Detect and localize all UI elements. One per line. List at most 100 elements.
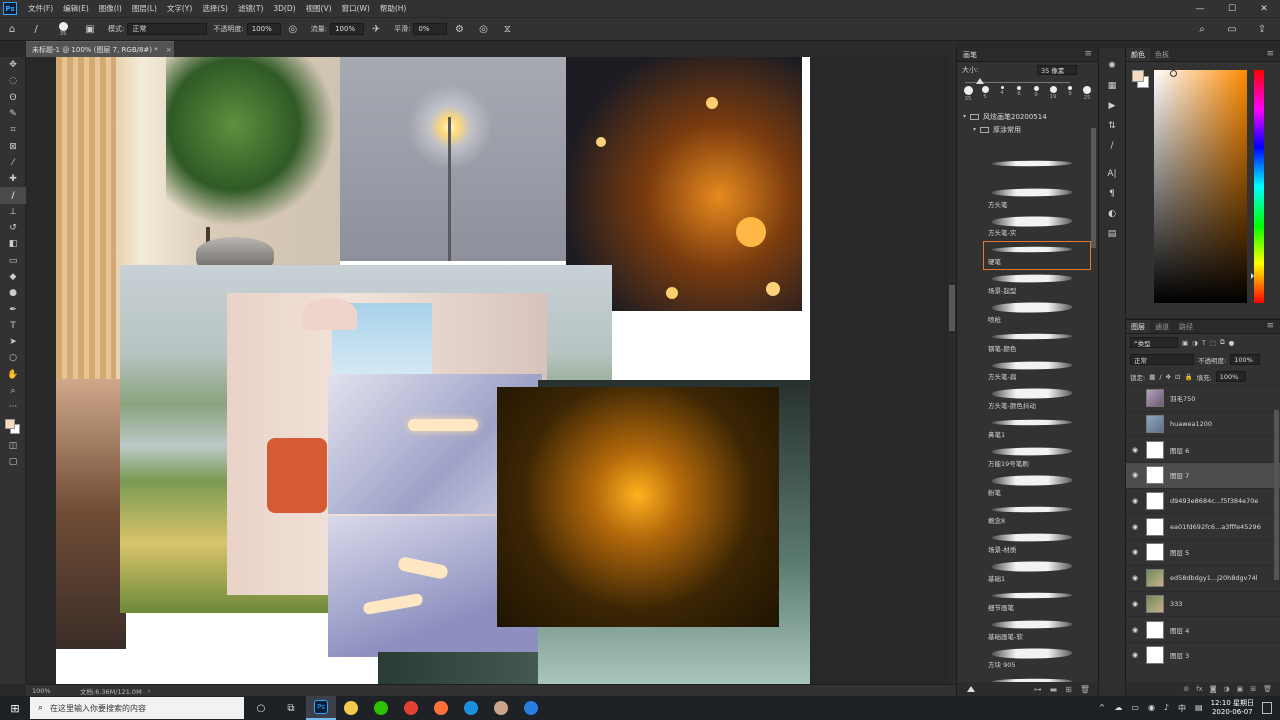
visibility-eye-icon[interactable]: ◉ — [1126, 446, 1144, 454]
brush-preset-tip[interactable]: 6 — [1012, 86, 1026, 97]
brush-subgroup-row[interactable]: ▾ 厚涂常用 — [957, 123, 1098, 136]
layer-row[interactable]: ◉ 图层 5 — [1126, 539, 1280, 565]
brush-panel-menu-icon[interactable]: ≡ — [1084, 49, 1092, 59]
scroll-thumb[interactable] — [949, 285, 955, 331]
zoom-tool-icon[interactable]: ⌕ — [0, 383, 26, 399]
screen-mode-icon[interactable]: ▢ — [0, 454, 26, 470]
pressure-size-icon[interactable]: ◎ — [475, 21, 491, 37]
layer-style-icon[interactable]: fx — [1196, 685, 1203, 693]
hue-marker[interactable] — [1251, 273, 1254, 279]
brush-item[interactable]: 方头笔-颜色抖动 — [983, 385, 1091, 414]
brush-preset-tip[interactable]: 9 — [1063, 86, 1077, 97]
move-tool-icon[interactable]: ✥ — [0, 57, 26, 73]
color-picker-ring[interactable] — [1170, 70, 1177, 77]
tray-battery-icon[interactable]: ▭ — [1131, 703, 1139, 714]
search-icon[interactable]: ⌕ — [1194, 21, 1210, 37]
color-wheel-icon[interactable]: ◐ — [1099, 204, 1125, 224]
taskbar-edge-icon[interactable] — [456, 696, 486, 720]
hand-tool-icon[interactable]: ✋ — [0, 367, 26, 383]
layer-row[interactable]: ◉ ea01fd692fc6...a3fffe45296 — [1126, 513, 1280, 539]
color-picker-field[interactable] — [1154, 70, 1247, 303]
visibility-eye-icon[interactable]: ◉ — [1126, 471, 1144, 479]
minimize-button[interactable]: — — [1184, 0, 1216, 17]
quick-select-tool-icon[interactable]: ✎ — [0, 106, 26, 122]
swatches-dock-icon[interactable]: ▤ — [1099, 224, 1125, 244]
filter-pixel-icon[interactable]: ▣ — [1182, 339, 1188, 347]
frame-tool-icon[interactable]: ⊠ — [0, 138, 26, 154]
visibility-eye-icon[interactable]: ◉ — [1126, 626, 1144, 634]
brush-size-slider[interactable] — [965, 78, 1090, 86]
flow-field[interactable]: 100% — [330, 23, 365, 35]
layer-name[interactable]: ed58dbdgy1...j20h8dgv74l — [1170, 574, 1258, 582]
new-brush-icon[interactable]: ⊞ — [1065, 685, 1072, 694]
mode-select[interactable]: 正常 — [127, 23, 208, 35]
clone-source-icon[interactable]: ⇅ — [1099, 116, 1125, 136]
layer-name[interactable]: 图层 7 — [1170, 470, 1189, 480]
history-brush-tool-icon[interactable]: ↺ — [0, 220, 26, 236]
lasso-tool-icon[interactable]: ʘ — [0, 90, 26, 106]
tab-layers[interactable]: 图层 — [1126, 320, 1150, 333]
layer-fill-field[interactable]: 100% — [1215, 371, 1246, 382]
tab-channels[interactable]: 通道 — [1150, 320, 1174, 333]
brush-preset-tip[interactable]: 9 — [1029, 86, 1043, 98]
visibility-eye-icon[interactable]: ◉ — [1126, 523, 1144, 531]
brush-item[interactable]: 粉笔 — [983, 472, 1091, 501]
tab-color[interactable]: 颜色 — [1126, 48, 1150, 61]
start-menu-windows-icon[interactable]: ⊞ — [0, 696, 30, 720]
layer-name[interactable]: 图层 6 — [1170, 445, 1189, 455]
layer-row[interactable]: ◉ 图层 7 — [1126, 462, 1280, 488]
layers-panel-menu-icon[interactable]: ≡ — [1266, 321, 1274, 331]
layers-scrollbar[interactable] — [1274, 410, 1279, 580]
add-mask-icon[interactable]: ◙ — [1210, 685, 1217, 693]
menu-filter[interactable]: 滤镜(T) — [233, 3, 268, 14]
taskbar-photoshop-icon[interactable]: Ps — [306, 696, 336, 720]
menu-3d[interactable]: 3D(D) — [268, 4, 300, 13]
symmetry-icon[interactable]: ⧖ — [499, 21, 515, 37]
brush-item[interactable]: 钢笔-颜色 — [983, 328, 1091, 357]
taskbar-chrome-icon[interactable] — [396, 696, 426, 720]
canvas-workspace[interactable]: @中国美 — [26, 57, 948, 684]
document-canvas[interactable]: @中国美 — [56, 57, 810, 684]
brush-item[interactable]: 场景-材质 — [983, 529, 1091, 558]
brush-item[interactable]: 基础1 — [983, 558, 1091, 587]
slider-knob[interactable] — [976, 78, 984, 84]
tab-paths[interactable]: 路径 — [1174, 320, 1198, 333]
layer-row[interactable]: 羽毛750 — [1126, 385, 1280, 411]
brush-item[interactable]: 细节画笔 — [983, 587, 1091, 616]
layer-name[interactable]: 图层 5 — [1170, 547, 1189, 557]
brush-item[interactable]: 方头笔-扁 — [983, 357, 1091, 386]
layer-opacity-field[interactable]: 100% — [1230, 354, 1261, 365]
paragraph-icon[interactable]: ¶ — [1099, 184, 1125, 204]
menu-layer[interactable]: 图层(L) — [127, 3, 162, 14]
close-window-button[interactable]: ✕ — [1248, 0, 1280, 17]
brush-preset-tip[interactable]: 35 — [961, 86, 975, 102]
eyedropper-tool-icon[interactable]: ⁄ — [0, 155, 26, 171]
notification-icon[interactable] — [1262, 702, 1272, 714]
brush-preset-tip[interactable]: 19 — [1046, 86, 1060, 100]
foreground-color-chip[interactable] — [1132, 70, 1144, 82]
foreground-color-swatch[interactable] — [5, 418, 15, 429]
footer-size-triangle-icon[interactable] — [967, 686, 975, 692]
home-icon[interactable]: ⌂ — [4, 21, 20, 37]
brush-preset-tip[interactable]: 4 — [995, 86, 1009, 96]
tab-swatches[interactable]: 色板 — [1150, 48, 1174, 61]
canvas-vertical-scrollbar[interactable] — [948, 57, 956, 684]
tray-network-icon[interactable]: ◉ — [1148, 703, 1155, 714]
tray-keyboard-icon[interactable]: ▤ — [1195, 703, 1203, 714]
stamp-tool-icon[interactable]: ⊥ — [0, 204, 26, 220]
crop-tool-icon[interactable]: ⌗ — [0, 122, 26, 138]
brush-item[interactable]: 鼻笔1 — [983, 414, 1091, 443]
filter-smart-icon[interactable]: ⧉ — [1220, 338, 1225, 347]
tray-expand-icon[interactable]: ^ — [1099, 703, 1106, 714]
menu-file[interactable]: 文件(F) — [23, 3, 58, 14]
lock-transparent-icon[interactable]: ▦ — [1149, 373, 1155, 381]
adjustments-icon[interactable]: ✺ — [1099, 56, 1125, 76]
new-group-icon[interactable]: ▣ — [1237, 685, 1244, 693]
lock-all-icon[interactable]: 🔒 — [1184, 373, 1192, 381]
brush-tool-preset-icon[interactable]: / — [28, 21, 44, 37]
brush-settings-icon[interactable]: ▣ — [82, 21, 98, 37]
maximize-button[interactable]: ☐ — [1216, 0, 1248, 17]
brush-item[interactable] — [983, 155, 1091, 184]
brush-settings-dock-icon[interactable]: ▦ — [1099, 76, 1125, 96]
brush-group-row[interactable]: ▾ 风炫画笔20200514 — [957, 110, 1098, 123]
